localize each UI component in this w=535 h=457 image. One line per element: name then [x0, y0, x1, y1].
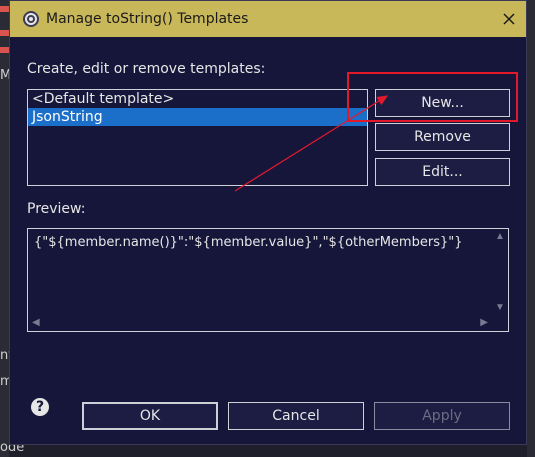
horizontal-scrollbar[interactable]: ◀ ▶: [28, 315, 508, 331]
remove-button[interactable]: Remove: [375, 123, 510, 151]
close-icon: [503, 13, 515, 25]
manage-templates-dialog: Manage toString() Templates Create, edit…: [9, 0, 527, 445]
ok-button[interactable]: OK: [82, 402, 218, 430]
instruction-label: Create, edit or remove templates:: [27, 61, 266, 77]
background-window-right: [527, 0, 535, 457]
title-bar[interactable]: Manage toString() Templates: [10, 1, 526, 37]
preview-label: Preview:: [27, 201, 86, 217]
background-red-mark: [0, 30, 9, 36]
annotation-highlight-box: [347, 72, 518, 122]
eclipse-gear-icon: [23, 11, 39, 27]
help-icon[interactable]: ?: [31, 398, 49, 416]
background-red-mark: [0, 47, 9, 53]
scroll-up-icon[interactable]: ▲: [495, 231, 505, 242]
background-red-mark: [0, 6, 9, 12]
preview-text: {"${member.name()}":"${member.value}","$…: [34, 235, 463, 250]
list-item[interactable]: <Default template>: [28, 90, 367, 108]
dialog-title: Manage toString() Templates: [46, 11, 249, 27]
cancel-button[interactable]: Cancel: [228, 402, 364, 430]
preview-area[interactable]: {"${member.name()}":"${member.value}","$…: [27, 228, 509, 332]
scroll-left-icon[interactable]: ◀: [32, 317, 40, 328]
edit-button[interactable]: Edit...: [375, 158, 510, 186]
apply-button[interactable]: Apply: [374, 402, 510, 430]
templates-list[interactable]: <Default template> JsonString: [27, 89, 368, 186]
scroll-down-icon[interactable]: ▼: [495, 302, 505, 313]
close-button[interactable]: [492, 1, 526, 37]
scroll-right-icon[interactable]: ▶: [480, 317, 488, 328]
list-item-selected[interactable]: JsonString: [28, 108, 367, 126]
